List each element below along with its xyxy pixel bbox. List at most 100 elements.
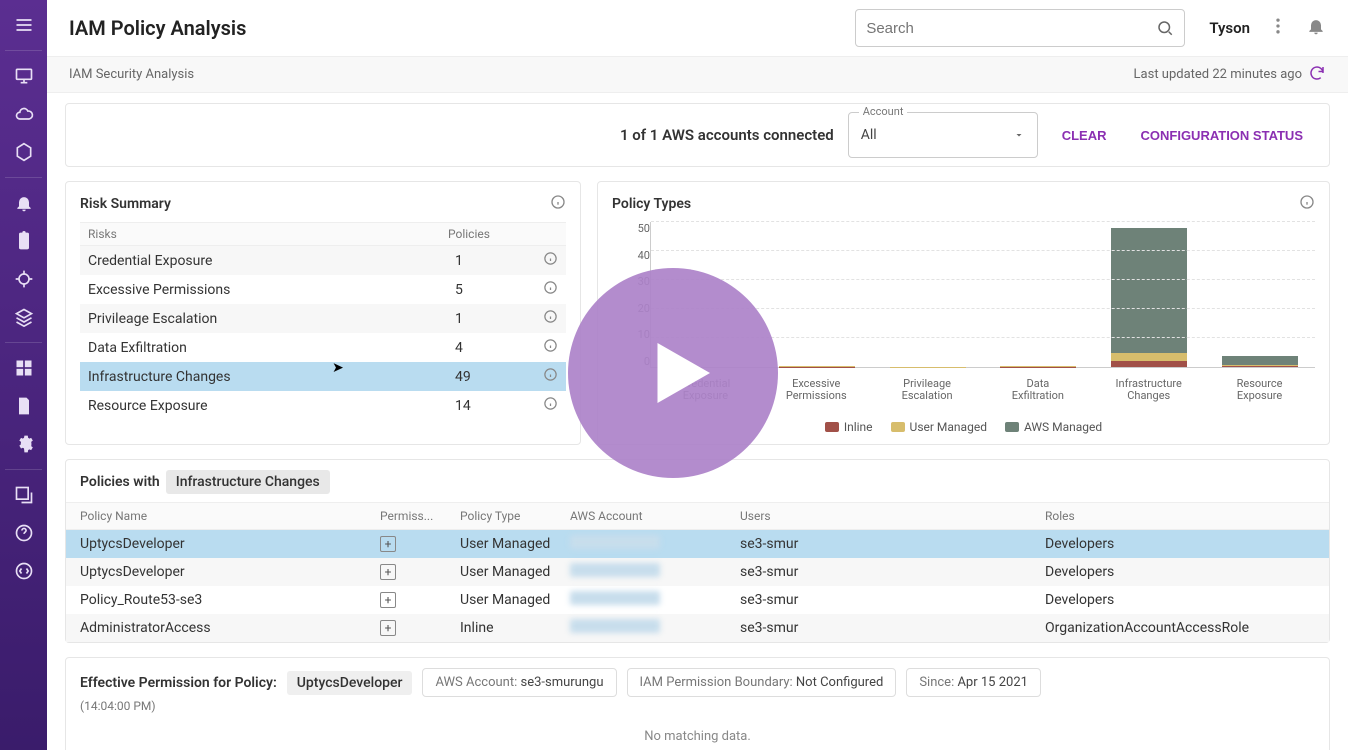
risk-row[interactable]: Excessive Permissions5 [80,275,566,304]
expand-permissions[interactable]: + [380,620,396,636]
policies-info[interactable] [1301,474,1315,490]
policy-name: UptycsDeveloper [80,536,380,552]
risk-col-risks: Risks [88,227,448,241]
risk-info[interactable] [550,194,566,214]
grid-icon [14,358,34,378]
risk-value: 14 [455,398,543,414]
policies-panel: Policies with Infrastructure Changes Pol… [65,459,1330,643]
menu-toggle[interactable] [0,6,47,44]
xlabel: ResourceExposure [1204,378,1315,402]
policy-account [570,535,740,553]
legend-item[interactable]: User Managed [891,420,987,434]
effective-timestamp: (14:04:00 PM) [80,699,1315,713]
account-select[interactable]: Account All [848,112,1038,158]
risk-info-icon[interactable] [543,396,558,415]
more-menu[interactable] [1268,16,1288,40]
nav-settings[interactable] [0,425,47,463]
breadcrumb[interactable]: IAM Security Analysis [69,67,194,82]
bar[interactable] [890,361,966,367]
policy-user: se3-smur [740,592,1045,608]
target-icon [14,269,34,289]
policy-account [570,591,740,609]
risk-info-icon[interactable] [543,280,558,299]
risk-info-icon[interactable] [543,309,558,328]
policy-user: se3-smur [740,564,1045,580]
export-icon [14,485,34,505]
search-box[interactable] [855,9,1185,47]
nav-reports[interactable] [0,387,47,425]
expand-permissions[interactable]: + [380,564,396,580]
risk-row[interactable]: Privileage Escalation1 [80,304,566,333]
last-updated-label: Last updated [1134,67,1210,82]
effective-aws-account: AWS Account: se3-smurungu [422,668,616,697]
risk-row[interactable]: Credential Exposure1 [80,246,566,275]
risk-info-icon[interactable] [543,338,558,357]
policy-row[interactable]: Policy_Route53-se3+User Managedse3-smurD… [66,586,1329,614]
risk-row[interactable]: Resource Exposure14 [80,391,566,420]
risk-value: 4 [455,340,543,356]
header: IAM Policy Analysis Tyson [47,0,1348,57]
expand-permissions[interactable]: + [380,592,396,608]
bell-icon [14,193,34,213]
effective-title: Effective Permission for Policy: [80,675,277,691]
policy-account [570,563,740,581]
hamburger-icon [14,15,34,35]
info-icon [543,251,558,266]
info-icon [543,396,558,411]
notifications[interactable] [1306,16,1326,40]
bar-col [872,222,983,367]
gear-icon [14,434,34,454]
policy-row[interactable]: UptycsDeveloper+User Managedse3-smurDeve… [66,558,1329,586]
info-icon [543,309,558,324]
search-input[interactable] [866,20,1156,37]
risk-row[interactable]: Infrastructure Changes49 [80,362,566,391]
nav-monitor[interactable] [0,57,47,95]
bar[interactable] [1222,326,1298,367]
nav-help[interactable] [0,514,47,552]
info-icon [543,338,558,353]
page-title: IAM Policy Analysis [69,16,246,40]
policy-role: Developers [1045,536,1315,552]
clipboard-icon [14,231,34,251]
nav-alerts[interactable] [0,184,47,222]
risk-info-icon[interactable] [543,251,558,270]
nav-analysis[interactable] [0,298,47,336]
chart-info[interactable] [1299,194,1315,214]
effective-policy: UptycsDeveloper [287,671,413,695]
bar[interactable] [1111,225,1187,367]
nav-kubernetes[interactable] [0,133,47,171]
xlabel: DataExfiltration [982,378,1093,402]
policies-filter-chip[interactable]: Infrastructure Changes [166,470,330,494]
bar-col [1094,222,1205,367]
expand-permissions[interactable]: + [380,536,396,552]
risk-row[interactable]: Data Exfiltration4 [80,333,566,362]
bar-col [1204,222,1315,367]
ytick: 40 [638,249,650,262]
config-status-button[interactable]: CONFIGURATION STATUS [1131,120,1314,151]
clear-button[interactable]: CLEAR [1052,120,1117,151]
policy-role: OrganizationAccountAccessRole [1045,620,1315,636]
nav-cloud[interactable] [0,95,47,133]
policy-row[interactable]: UptycsDeveloper+User Managedse3-smurDeve… [66,530,1329,558]
refresh-button[interactable] [1302,64,1326,86]
hexagon-icon [14,142,34,162]
info-icon [543,367,558,382]
legend-item[interactable]: AWS Managed [1005,420,1102,434]
nav-api[interactable] [0,552,47,590]
nav-dashboard[interactable] [0,349,47,387]
nav-target[interactable] [0,260,47,298]
risk-info-icon[interactable] [543,367,558,386]
info-icon [1299,194,1315,210]
user-name[interactable]: Tyson [1209,19,1250,37]
effective-permission-panel: Effective Permission for Policy: UptycsD… [65,657,1330,750]
risk-title: Risk Summary [80,196,171,212]
bar[interactable] [1000,353,1076,368]
policy-row[interactable]: AdministratorAccess+Inlinese3-smurOrgani… [66,614,1329,642]
legend-item[interactable]: Inline [825,420,873,434]
play-video-button[interactable] [568,268,778,478]
nav-clipboard[interactable] [0,222,47,260]
bar[interactable] [779,353,855,368]
nav-export[interactable] [0,476,47,514]
col-policy-name: Policy Name [80,509,380,523]
policy-name: UptycsDeveloper [80,564,380,580]
